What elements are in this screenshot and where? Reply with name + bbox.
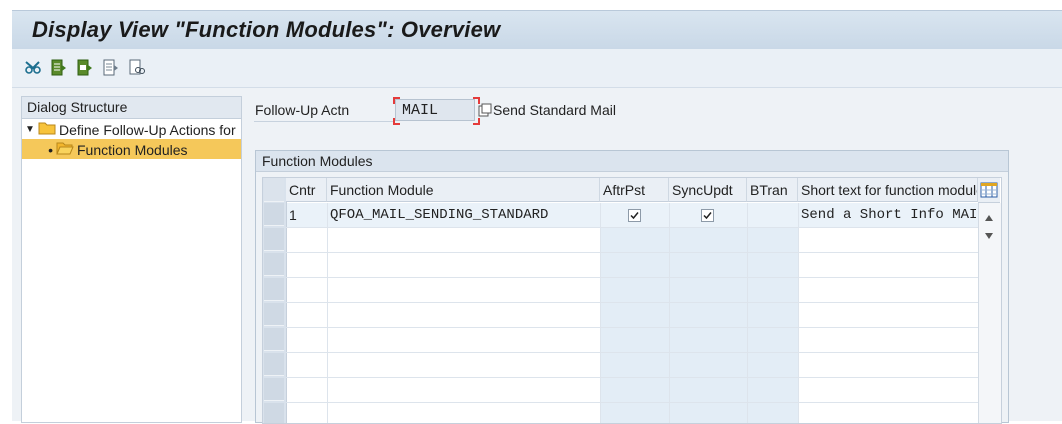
select-block-icon[interactable] xyxy=(76,58,94,76)
page-title: Display View "Function Modules": Overvie… xyxy=(32,17,501,42)
grid-line xyxy=(286,402,978,403)
table-cell-cntr[interactable]: 1 xyxy=(289,203,325,227)
column-header-function-module[interactable]: Function Module xyxy=(327,178,600,202)
row-selector[interactable] xyxy=(264,278,284,301)
grid-line xyxy=(286,277,978,278)
grid-line xyxy=(286,302,978,303)
vertical-scrollbar[interactable] xyxy=(978,203,1001,423)
grid-line xyxy=(286,352,978,353)
focus-marker-bottom-left xyxy=(393,118,400,125)
expand-triangle-icon[interactable]: ▼ xyxy=(22,120,38,139)
table-cell-function-module[interactable]: QFOA_MAIL_SENDING_STANDARD xyxy=(330,203,598,227)
row-selector[interactable] xyxy=(264,328,284,351)
table-cell-short-text[interactable]: Send a Short Info MAIL After xyxy=(801,203,977,227)
column-bg-btran xyxy=(747,203,798,423)
column-header-btran[interactable]: BTran xyxy=(747,178,798,202)
label-underline xyxy=(254,121,394,122)
title-bar: Display View "Function Modules": Overvie… xyxy=(12,10,1062,49)
grid-line xyxy=(286,377,978,378)
grid-line xyxy=(600,203,601,423)
application-toolbar xyxy=(12,49,1062,88)
scroll-up-icon[interactable] xyxy=(984,209,994,225)
value-help-icon[interactable] xyxy=(478,103,492,120)
dialog-structure-panel: Dialog Structure ▼ Define Follow-Up Actio… xyxy=(21,96,242,423)
row-selector[interactable] xyxy=(264,378,284,401)
syncupdt-checkbox[interactable] xyxy=(701,209,714,222)
tree-item-label: Define Follow-Up Actions for xyxy=(59,122,236,139)
function-modules-table: Cntr Function Module AftrPst SyncUpdt BT… xyxy=(262,177,1002,424)
column-header-aftrpst[interactable]: AftrPst xyxy=(600,178,669,202)
grid-line xyxy=(669,203,670,423)
dialog-structure-header: Dialog Structure xyxy=(22,97,241,119)
print-icon[interactable] xyxy=(128,58,146,76)
scroll-down-icon[interactable] xyxy=(984,227,994,243)
open-folder-icon xyxy=(56,140,74,159)
group-title: Function Modules xyxy=(256,151,1008,172)
column-header-cntr[interactable]: Cntr xyxy=(286,178,327,202)
column-header-syncupdt[interactable]: SyncUpdt xyxy=(669,178,747,202)
deselect-all-icon[interactable] xyxy=(102,58,120,76)
grid-line xyxy=(327,203,328,423)
grid-line xyxy=(747,203,748,423)
tree-bullet-icon: • xyxy=(48,142,53,159)
grid-line xyxy=(286,252,978,253)
tree-item-label: Function Modules xyxy=(77,142,188,159)
follow-up-action-description: Send Standard Mail xyxy=(493,102,616,118)
row-selector[interactable] xyxy=(264,303,284,326)
tree-item-define-follow-up-actions[interactable]: ▼ Define Follow-Up Actions for xyxy=(22,119,241,139)
row-selector-column xyxy=(263,178,287,423)
select-all-rows-button[interactable] xyxy=(264,178,284,202)
aftrpst-checkbox[interactable] xyxy=(628,209,641,222)
table-settings-icon[interactable] xyxy=(978,178,1000,203)
follow-up-action-label: Follow-Up Actn xyxy=(255,102,350,118)
row-selector[interactable] xyxy=(264,353,284,376)
grid-line xyxy=(798,203,799,423)
row-selector[interactable] xyxy=(264,253,284,276)
column-bg-aftrpst xyxy=(600,203,669,423)
select-all-icon[interactable] xyxy=(50,58,68,76)
grid-line xyxy=(286,327,978,328)
detail-area: Follow-Up Actn MAIL Send Standard Mail F… xyxy=(246,96,1062,424)
row-selector[interactable] xyxy=(264,228,284,251)
row-selector[interactable] xyxy=(264,203,284,226)
focus-marker-top-left xyxy=(393,97,400,104)
glasses-icon[interactable] xyxy=(24,58,42,76)
grid-line xyxy=(286,227,978,228)
follow-up-action-field[interactable]: MAIL xyxy=(395,99,475,121)
function-modules-group: Function Modules Cntr Function Module Af… xyxy=(255,150,1009,424)
column-bg-syncupdt xyxy=(669,203,747,423)
column-header-short-text[interactable]: Short text for function module xyxy=(798,178,978,202)
folder-icon xyxy=(38,120,56,139)
tree-item-function-modules[interactable]: • Function Modules xyxy=(22,139,241,159)
